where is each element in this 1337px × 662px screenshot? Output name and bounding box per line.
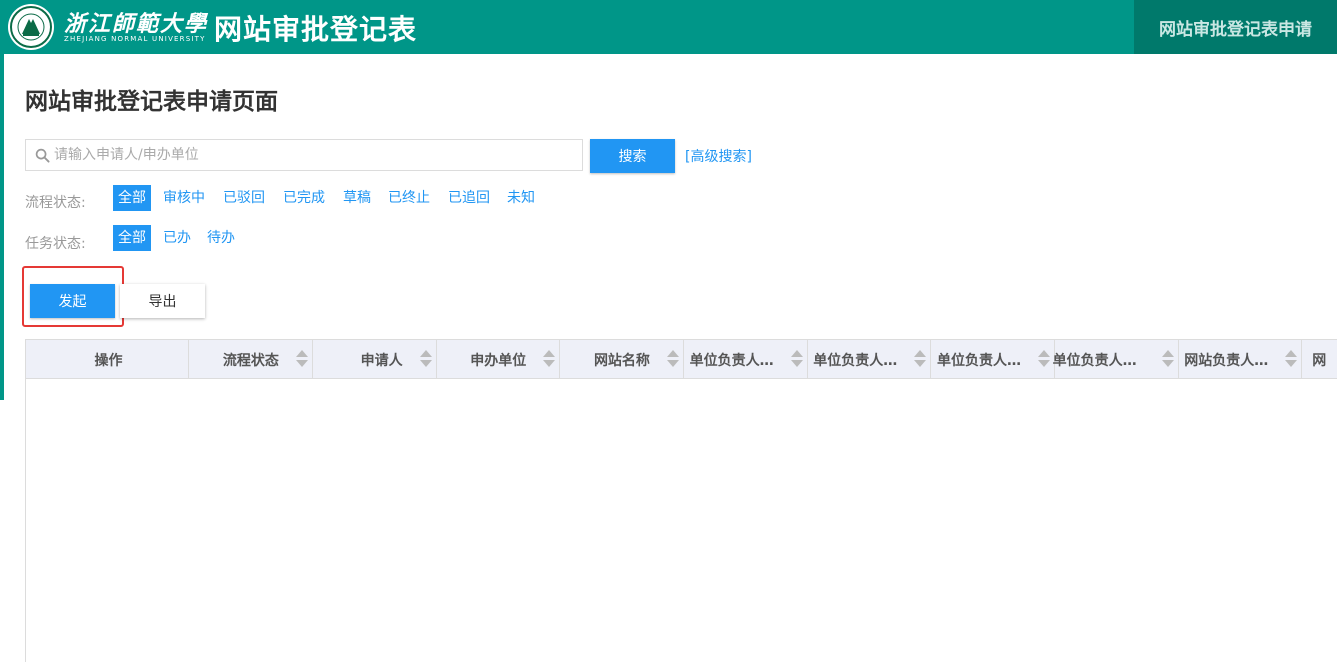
flow-status-label: 流程状态: [25,195,86,211]
flow-status-reviewing[interactable]: 审核中 [163,185,205,211]
sort-icon[interactable] [914,350,927,368]
sort-icon[interactable] [1285,350,1298,368]
table-header: 操作 流程状态 申请人 申办单位 网站名称 单位负责人… 单位负责人… 单位负责… [26,340,1337,379]
column-label: 单位负责人… [813,353,898,369]
university-name-cn: 浙江師範大學 [64,11,209,37]
search-icon [35,148,50,163]
flow-status-all[interactable]: 全部 [113,185,151,211]
sort-icon[interactable] [543,350,556,368]
advanced-search-link[interactable]: [高级搜索] [685,146,752,166]
col-unit-head-1[interactable]: 单位负责人… [684,340,808,378]
flow-status-recalled[interactable]: 已追回 [448,185,490,211]
left-accent-strip [0,54,4,400]
sort-icon[interactable] [295,350,308,368]
sort-icon[interactable] [1161,350,1174,368]
search-input[interactable] [54,140,574,170]
col-flow-status[interactable]: 流程状态 [189,340,313,378]
data-table: 操作 流程状态 申请人 申办单位 网站名称 单位负责人… 单位负责人… 单位负责… [25,339,1337,662]
search-button[interactable]: 搜索 [590,139,675,173]
column-label: 网站名称 [593,353,650,369]
task-status-label: 任务状态: [25,236,86,252]
column-label: 流程状态 [222,353,279,369]
col-overflow[interactable]: 网 [1302,340,1337,378]
task-status-all[interactable]: 全部 [113,225,151,251]
sort-icon[interactable] [1037,350,1050,368]
col-applying-unit[interactable]: 申办单位 [437,340,561,378]
page-title: 网站审批登记表申请页面 [25,89,278,115]
column-label: 申办单位 [470,353,527,369]
column-label: 操作 [94,353,123,369]
app-title: 网站审批登记表 [214,13,418,46]
launch-button[interactable]: 发起 [30,284,115,318]
col-applicant[interactable]: 申请人 [313,340,437,378]
sort-icon[interactable] [419,350,432,368]
col-actions: 操作 [26,340,190,378]
flow-status-unknown[interactable]: 未知 [507,185,535,211]
export-button[interactable]: 导出 [120,284,205,318]
column-label: 单位负责人… [689,353,774,369]
flow-status-rejected[interactable]: 已驳回 [223,185,265,211]
column-label: 网站负责人… [1184,353,1269,369]
university-logo [8,4,54,50]
column-label: 单位负责人… [936,353,1021,369]
task-status-todo[interactable]: 待办 [207,225,235,251]
column-label: 申请人 [360,353,403,369]
flow-status-draft[interactable]: 草稿 [343,185,371,211]
col-unit-head-2[interactable]: 单位负责人… [808,340,932,378]
task-status-done[interactable]: 已办 [163,225,191,251]
university-seal-icon [10,6,52,48]
sort-icon[interactable] [790,350,803,368]
top-header: 浙江師範大學 ZHEJIANG NORMAL UNIVERSITY 网站审批登记… [0,0,1337,54]
flow-status-terminated[interactable]: 已终止 [388,185,430,211]
sort-icon[interactable] [666,350,679,368]
col-site-head[interactable]: 网站负责人… [1179,340,1303,378]
university-name-en: ZHEJIANG NORMAL UNIVERSITY [64,35,206,43]
col-unit-head-email[interactable]: 单位负责人e… [1052,340,1179,378]
column-label: 网 [1312,353,1327,369]
column-label: 单位负责人e… [1052,353,1145,369]
col-site-name[interactable]: 网站名称 [560,340,684,378]
nav-apply-tab[interactable]: 网站审批登记表申请 [1134,0,1337,54]
col-unit-head-3[interactable]: 单位负责人… [931,340,1055,378]
table-body [26,379,1337,662]
search-box [25,139,583,171]
flow-status-completed[interactable]: 已完成 [283,185,325,211]
